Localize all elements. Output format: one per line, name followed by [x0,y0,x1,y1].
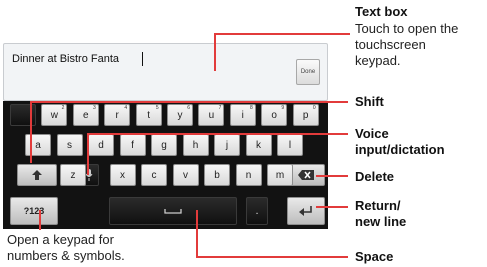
key-g[interactable]: g [151,134,177,156]
period-key[interactable]: . [246,197,268,225]
key-c[interactable]: c [141,164,167,186]
key-label: n [245,169,252,181]
callout-line-return [316,206,348,208]
callout-line-space [196,256,348,258]
key-f[interactable]: f [119,134,146,156]
key-label: i [241,109,244,121]
key-number-hint: 9 [281,105,285,111]
shift-icon [32,170,42,180]
key-number-hint: 0 [312,105,316,111]
callout-line-voice [87,133,348,135]
key-number-hint: 2 [61,105,65,111]
callout-shift-title: Shift [355,94,384,109]
key-h[interactable]: h [182,134,209,156]
key-label: c [151,169,157,181]
callout-space-title: Space [355,249,394,264]
key-d[interactable]: d [88,134,114,156]
key-number-hint: 4 [124,105,128,111]
key-label: d [98,139,104,151]
key-o[interactable]: o9 [261,104,288,126]
key-label: f [131,139,134,151]
key-label: l [288,139,292,151]
callout-voice-title-1: Voice [355,126,389,141]
key-label: e [83,109,89,121]
key-x[interactable]: x [109,164,136,186]
callout-line-numbers [39,210,41,230]
key-u[interactable]: u7 [198,104,225,126]
key-label: a [35,139,41,151]
key-label: o [271,109,277,121]
key-j[interactable]: j [214,134,240,156]
text-box-value: Dinner at Bistro Fanta [12,53,119,65]
return-key[interactable] [287,197,325,225]
callout-line-delete [316,175,348,177]
callout-line-textbox [214,33,216,71]
key-blank-0[interactable]: 1 [10,104,36,126]
key-number-hint: 3 [93,105,96,111]
callout-delete-title: Delete [355,169,395,184]
callout-text-box-desc-2: touchscreen [355,37,426,52]
key-label: j [225,139,229,151]
callout-line-shift [30,101,32,163]
key-label: w [50,109,58,121]
key-label: k [256,139,261,151]
key-z[interactable]: z [60,164,86,186]
text-box[interactable]: Dinner at Bistro Fanta Done [3,43,328,101]
callout-text-box-desc-1: Touch to open the [355,21,459,36]
return-icon [299,206,312,216]
touch-keyboard: ?123 . 1w2e3r4t5y6u7i8o9p0asdfghjklzxcvb… [3,101,328,229]
callout-return-title-2: new line [355,214,407,229]
backspace-icon [298,170,314,180]
space-icon [164,209,182,214]
key-number-hint: 7 [218,105,222,111]
key-t[interactable]: t5 [135,104,162,126]
callout-line-shift [30,101,348,103]
key-label: v [183,169,188,181]
callout-line-space [196,210,198,258]
callout-numbers-desc-1: Open a keypad for [7,232,114,247]
key-label: h [192,139,199,151]
callout-numbers-desc-2: numbers & symbols. [7,248,125,263]
key-label: p [302,109,309,121]
key-w[interactable]: w2 [41,104,68,126]
key-number-hint: 5 [155,105,159,111]
key-label: y [177,109,183,121]
key-s[interactable]: s [56,134,83,156]
callout-text-box-title: Text box [355,4,408,19]
key-m[interactable]: m [267,164,293,186]
key-label: m [275,169,285,181]
callout-line-textbox [214,33,350,35]
key-label: g [161,139,167,151]
key-y[interactable]: y6 [167,104,193,126]
key-l[interactable]: l [277,134,303,156]
key-label: r [115,109,119,121]
numbers-key[interactable]: ?123 [10,197,58,225]
callout-text-box-desc-3: keypad. [355,53,401,68]
key-v[interactable]: v [172,164,199,186]
key-label: b [214,169,220,181]
key-number-hint: 8 [250,105,253,111]
key-label: t [147,109,150,121]
key-label: s [67,139,72,151]
shift-key[interactable] [17,164,57,186]
key-label: u [208,109,215,121]
key-p[interactable]: p0 [292,104,319,126]
key-i[interactable]: i8 [229,104,256,126]
key-b[interactable]: b [204,164,230,186]
callout-voice-title-2: input/dictation [355,142,445,157]
key-label: z [70,169,76,181]
text-caret [142,52,143,66]
key-n[interactable]: n [235,164,262,186]
callout-return-title-1: Return/ [355,198,401,213]
done-button[interactable]: Done [296,59,320,85]
key-e[interactable]: e3 [72,104,99,126]
key-r[interactable]: r4 [104,104,131,126]
key-label: x [120,169,125,181]
callout-line-voice [87,133,89,175]
space-key[interactable] [109,197,237,225]
key-number-hint: 6 [187,105,190,111]
key-k[interactable]: k [245,134,272,156]
key-a[interactable]: a [25,134,51,156]
